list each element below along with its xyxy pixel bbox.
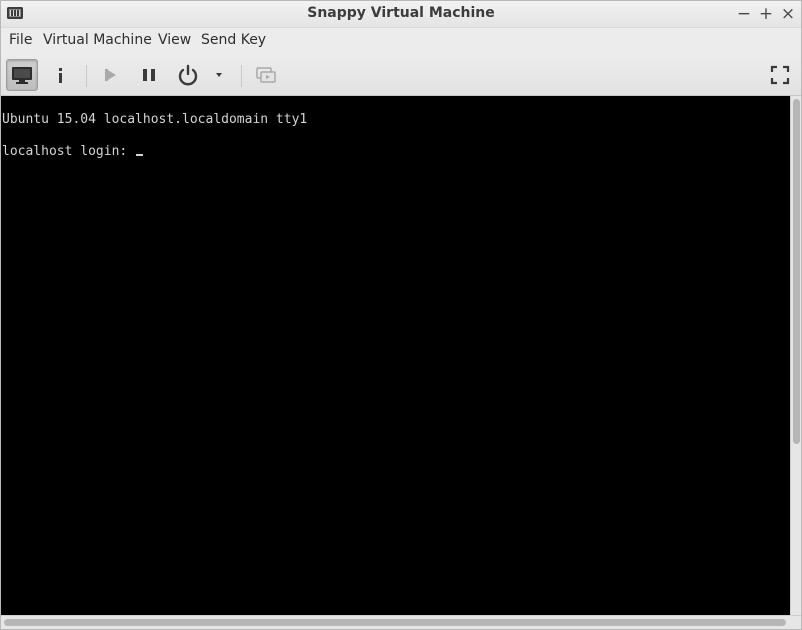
fullscreen-icon xyxy=(770,65,790,85)
dropdown-arrow-icon xyxy=(216,73,222,77)
close-button[interactable]: × xyxy=(777,3,799,25)
title-bar[interactable]: Snappy Virtual Machine − + × xyxy=(1,1,801,28)
toolbar-separator xyxy=(86,65,87,87)
window-title: Snappy Virtual Machine xyxy=(307,5,495,21)
minimize-button[interactable]: − xyxy=(733,3,755,25)
console-line: Ubuntu 15.04 localhost.localdomain tty1 xyxy=(2,112,308,127)
horizontal-scrollbar[interactable] xyxy=(1,615,801,629)
menu-send-key[interactable]: Send Key xyxy=(201,32,266,48)
details-button[interactable] xyxy=(45,59,77,91)
horizontal-scrollbar-thumb[interactable] xyxy=(4,619,786,626)
virt-manager-window: Snappy Virtual Machine − + × File Virtua… xyxy=(0,0,802,630)
menu-bar: File Virtual Machine View Send Key xyxy=(1,28,801,55)
fullscreen-button[interactable] xyxy=(764,59,796,91)
info-icon xyxy=(59,68,62,83)
menu-virtual-machine[interactable]: Virtual Machine xyxy=(43,32,152,48)
menu-view[interactable]: View xyxy=(158,32,191,48)
toolbar-separator xyxy=(241,65,242,87)
console-login-line: localhost login: xyxy=(2,144,144,159)
pause-button[interactable] xyxy=(133,59,165,91)
menu-file[interactable]: File xyxy=(9,32,32,48)
vm-console-display[interactable]: Ubuntu 15.04 localhost.localdomain tty1 … xyxy=(1,96,790,615)
shutdown-button[interactable] xyxy=(172,59,204,91)
pause-icon xyxy=(143,69,155,81)
shutdown-menu-button[interactable] xyxy=(205,59,229,91)
vertical-scrollbar[interactable] xyxy=(790,96,801,615)
snapshots-button[interactable] xyxy=(251,59,283,91)
vertical-scrollbar-thumb[interactable] xyxy=(793,99,800,444)
maximize-button[interactable]: + xyxy=(755,3,777,25)
text-cursor xyxy=(136,154,144,156)
power-icon xyxy=(178,64,198,86)
monitor-icon xyxy=(12,67,32,84)
toolbar xyxy=(1,55,801,96)
run-button[interactable] xyxy=(95,59,127,91)
console-button[interactable] xyxy=(6,59,38,91)
login-prompt: localhost login: xyxy=(2,144,136,159)
play-icon xyxy=(105,69,116,81)
snapshots-icon xyxy=(256,67,276,83)
